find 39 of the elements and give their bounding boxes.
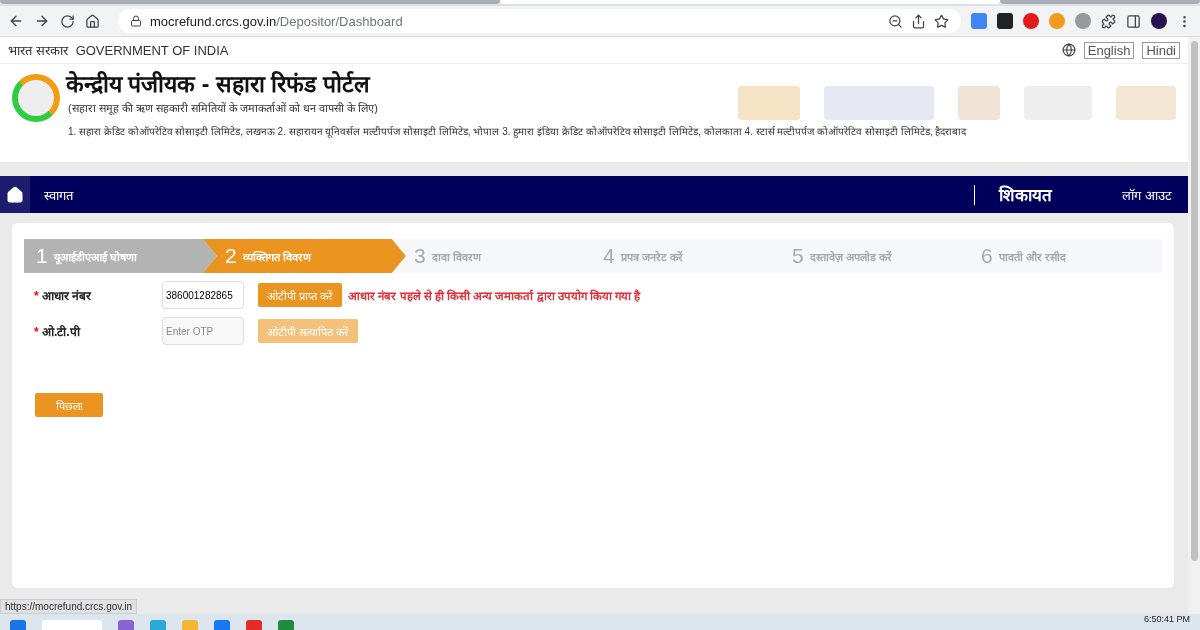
forward-icon[interactable] — [34, 13, 50, 29]
aadhaar-input[interactable]: 386001282865 — [162, 281, 244, 309]
wizard-step[interactable]: 1 यूआईडीएआई घोषणा — [24, 239, 217, 273]
back-icon[interactable] — [8, 13, 24, 29]
emblem-logo — [12, 74, 60, 122]
share-icon[interactable] — [911, 13, 926, 29]
url-text: mocrefund.crcs.gov.in/Depositor/Dashboard — [150, 13, 403, 29]
gov-english-text: GOVERNMENT OF INDIA — [75, 42, 229, 58]
complaint-link[interactable]: शिकायत — [999, 183, 1053, 206]
side-panel-icon[interactable] — [1126, 13, 1141, 29]
error-message: आधार नंबर पहले से ही किसी अन्य जमाकर्ता द्वारा उपयोग किया गया है — [348, 288, 641, 303]
zoom-out-icon[interactable] — [888, 13, 903, 29]
language-link[interactable]: Hindi — [1142, 41, 1180, 59]
societies-text: 1. सहारा क्रेडिट कोऑपरेटिव सोसाइटी लिमिटेड, लखनऊ 2. सहारायन यूनिवर्सल मल्टीपर्पज सोसाइटी लिमिटेड, भोपाल 3. हुमारा इंडिया क्रेडिट कोऑपरेटिव सोसाइटी लिमिटेड, कोलकाता 4. स्टार्स मल्टीपर्पज कोऑपरेटिव सोसाइटी लिमिटेड, हैदराबाद — [68, 125, 968, 138]
portal-subtitle: (सहारा समूह की ऋण सहकारी समितियों के जमाकर्ताओं को धन वापसी के लिए) — [68, 100, 378, 115]
puzzle-icon[interactable] — [1101, 13, 1116, 29]
previous-button[interactable]: पिछला — [35, 393, 103, 417]
wizard-step[interactable]: 2 व्यक्तिगत विवरण — [203, 239, 406, 273]
status-url: https://mocrefund.crcs.gov.in — [0, 598, 138, 614]
gov-hindi-text: भारत सरकार — [8, 42, 68, 59]
globe-icon — [1061, 43, 1076, 57]
avatar[interactable] — [1151, 13, 1167, 29]
home-icon[interactable] — [85, 13, 100, 29]
otp-button[interactable]: ओटीपी प्राप्त करें — [258, 283, 343, 307]
field-label: * ओ.टी.पी — [33, 323, 82, 340]
start-icon[interactable] — [10, 620, 26, 630]
welcome-link[interactable]: स्वागत — [44, 185, 73, 204]
portal-title: केन्द्रीय पंजीयक - सहारा रिफंड पोर्टल — [66, 70, 372, 99]
language-link[interactable]: English — [1083, 41, 1135, 59]
address-bar[interactable]: mocrefund.crcs.gov.in/Depositor/Dashboard — [118, 9, 961, 33]
clock-text: 6:50:41 PM — [1143, 614, 1190, 624]
home-icon — [6, 185, 24, 204]
field-label: * आधार नंबर — [33, 287, 93, 304]
logout-link[interactable]: लॉग आउट — [1122, 185, 1172, 204]
scrollbar-thumb[interactable] — [1190, 41, 1198, 561]
star-icon[interactable] — [934, 13, 949, 29]
reload-icon[interactable] — [60, 13, 75, 29]
lock-icon — [130, 15, 142, 27]
home-button[interactable] — [0, 176, 30, 213]
